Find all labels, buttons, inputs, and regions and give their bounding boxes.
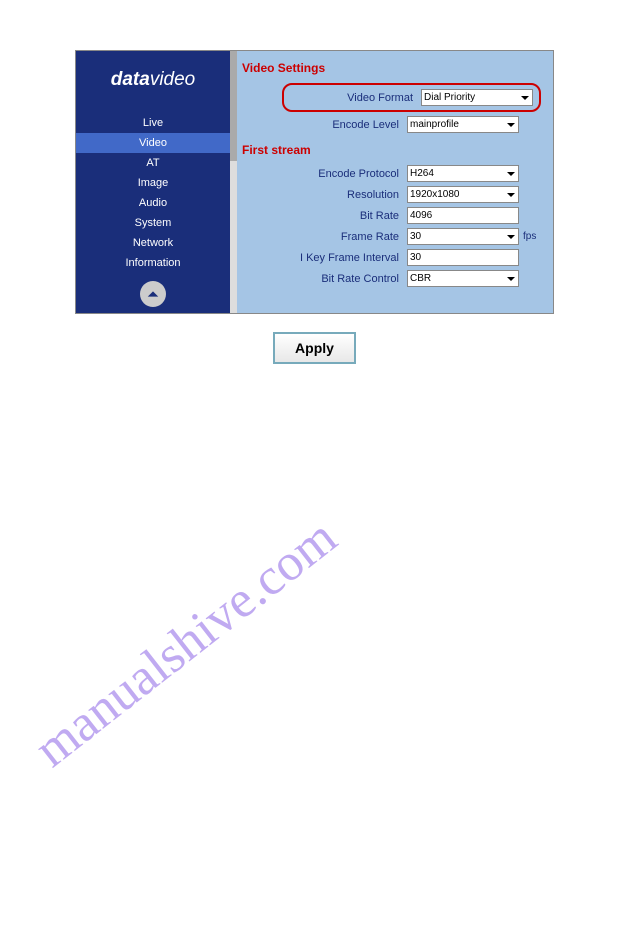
apply-wrap: Apply — [0, 332, 629, 364]
i-key-frame-interval-label: I Key Frame Interval — [300, 252, 399, 264]
bit-rate-control-select[interactable]: CBR — [407, 270, 519, 287]
sidebar-item-image[interactable]: Image — [76, 173, 230, 193]
content-panel: Video Settings Video Format Dial Priorit… — [230, 51, 553, 313]
sidebar-item-network[interactable]: Network — [76, 233, 230, 253]
apply-button[interactable]: Apply — [273, 332, 356, 364]
logo: datavideo — [76, 51, 230, 113]
sidebar-item-video[interactable]: Video — [76, 133, 230, 153]
sidebar-item-system[interactable]: System — [76, 213, 230, 233]
bit-rate-control-row: Bit Rate Control CBR — [242, 270, 541, 287]
scroll-up-button[interactable] — [140, 281, 166, 307]
encode-level-row: Encode Level mainprofile — [242, 116, 541, 133]
sidebar-item-live[interactable]: Live — [76, 113, 230, 133]
sidebar-item-information[interactable]: Information — [76, 253, 230, 273]
resolution-label: Resolution — [347, 189, 399, 201]
app-container: datavideo Live Video AT Image Audio Syst… — [75, 50, 554, 314]
video-settings-title: Video Settings — [242, 61, 541, 75]
video-format-select[interactable]: Dial Priority — [421, 89, 533, 106]
i-key-frame-interval-row: I Key Frame Interval — [242, 249, 541, 266]
frame-rate-suffix: fps — [523, 231, 541, 242]
video-format-label: Video Format — [347, 92, 413, 104]
bit-rate-control-label: Bit Rate Control — [321, 273, 399, 285]
resolution-row: Resolution 1920x1080 — [242, 186, 541, 203]
bit-rate-input[interactable] — [407, 207, 519, 224]
encode-protocol-label: Encode Protocol — [318, 168, 399, 180]
watermark: manualshive.com — [24, 508, 348, 779]
frame-rate-row: Frame Rate 30 fps — [242, 228, 541, 245]
sidebar-scrollbar[interactable] — [230, 51, 237, 313]
encode-protocol-select[interactable]: H264 — [407, 165, 519, 182]
chevron-up-icon — [146, 287, 160, 301]
video-format-row-highlighted: Video Format Dial Priority — [282, 83, 541, 112]
first-stream-title: First stream — [242, 143, 541, 157]
sidebar: datavideo Live Video AT Image Audio Syst… — [76, 51, 230, 313]
i-key-frame-interval-input[interactable] — [407, 249, 519, 266]
frame-rate-label: Frame Rate — [341, 231, 399, 243]
sidebar-item-at[interactable]: AT — [76, 153, 230, 173]
frame-rate-select[interactable]: 30 — [407, 228, 519, 245]
bit-rate-label: Bit Rate — [360, 210, 399, 222]
encode-protocol-row: Encode Protocol H264 — [242, 165, 541, 182]
logo-part1: data — [111, 69, 150, 90]
sidebar-item-audio[interactable]: Audio — [76, 193, 230, 213]
logo-part2: video — [150, 69, 195, 90]
bit-rate-row: Bit Rate — [242, 207, 541, 224]
encode-level-select[interactable]: mainprofile — [407, 116, 519, 133]
resolution-select[interactable]: 1920x1080 — [407, 186, 519, 203]
encode-level-label: Encode Level — [332, 119, 399, 131]
